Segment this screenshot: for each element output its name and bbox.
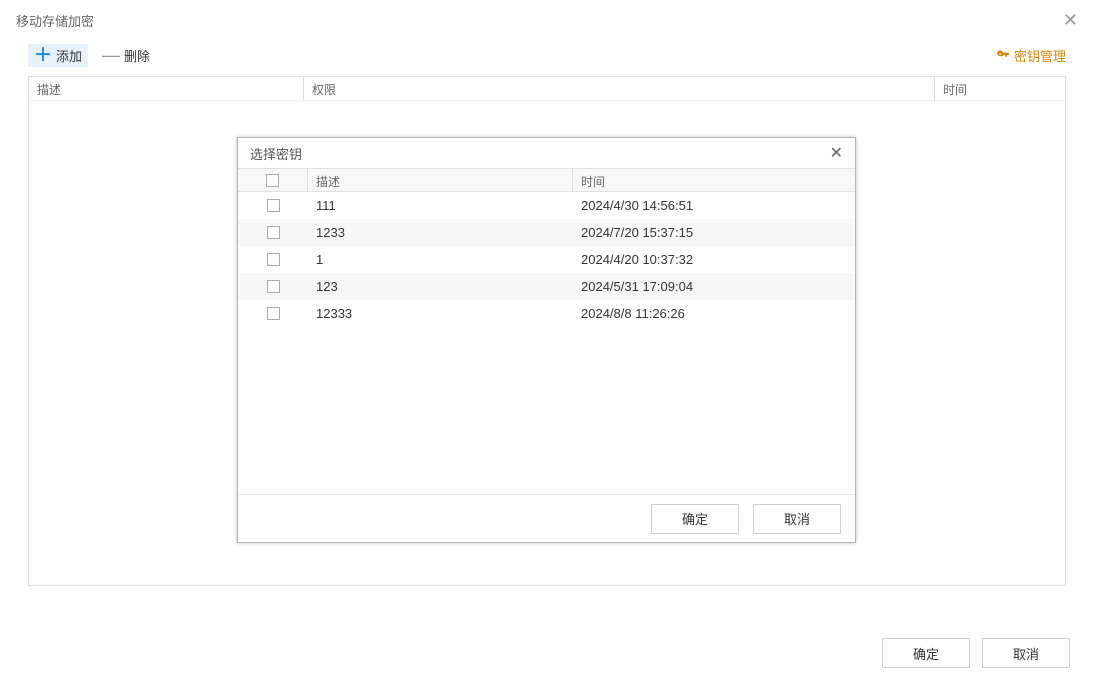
- row-checkbox-cell[interactable]: [238, 199, 308, 212]
- checkbox-icon[interactable]: [267, 307, 280, 320]
- table-row[interactable]: 1232024/5/31 17:09:04: [238, 273, 855, 300]
- inner-ok-button[interactable]: 确定: [651, 504, 739, 534]
- key-icon: [996, 48, 1010, 62]
- row-description: 1233: [308, 225, 573, 240]
- ok-button[interactable]: 确定: [882, 638, 970, 668]
- table-row[interactable]: 12332024/7/20 15:37:15: [238, 219, 855, 246]
- row-checkbox-cell[interactable]: [238, 253, 308, 266]
- delete-button-label: 删除: [124, 46, 150, 65]
- ok-button-label: 确定: [913, 644, 939, 663]
- row-description: 111: [308, 198, 573, 213]
- main-header-description[interactable]: 描述: [29, 77, 304, 101]
- inner-header-checkbox[interactable]: [238, 169, 308, 191]
- row-checkbox-cell[interactable]: [238, 307, 308, 320]
- toolbar-left: ＋ 添加 — 删除: [28, 44, 156, 67]
- add-button-label: 添加: [56, 46, 82, 65]
- titlebar: 移动存储加密 ✕: [0, 0, 1094, 40]
- row-description: 12333: [308, 306, 573, 321]
- row-time: 2024/4/30 14:56:51: [573, 198, 855, 213]
- checkbox-icon[interactable]: [267, 199, 280, 212]
- inner-cancel-button[interactable]: 取消: [753, 504, 841, 534]
- add-button[interactable]: ＋ 添加: [28, 44, 88, 67]
- row-time: 2024/5/31 17:09:04: [573, 279, 855, 294]
- inner-dialog-titlebar: 选择密钥 ✕: [238, 138, 855, 168]
- inner-cancel-label: 取消: [784, 509, 810, 528]
- table-row[interactable]: 12024/4/20 10:37:32: [238, 246, 855, 273]
- cancel-button[interactable]: 取消: [982, 638, 1070, 668]
- cancel-button-label: 取消: [1013, 644, 1039, 663]
- inner-dialog-title: 选择密钥: [250, 144, 302, 163]
- checkbox-icon[interactable]: [267, 280, 280, 293]
- inner-table-body: 1112024/4/30 14:56:5112332024/7/20 15:37…: [238, 192, 855, 494]
- delete-button[interactable]: — 删除: [96, 44, 156, 67]
- window-title: 移动存储加密: [16, 11, 94, 30]
- main-header-permission[interactable]: 权限: [304, 77, 935, 101]
- toolbar: ＋ 添加 — 删除 密钥管理: [0, 40, 1094, 70]
- checkbox-icon[interactable]: [267, 226, 280, 239]
- row-description: 1: [308, 252, 573, 267]
- footer: 确定 取消: [882, 638, 1070, 668]
- inner-header-time[interactable]: 时间: [573, 169, 855, 191]
- row-checkbox-cell[interactable]: [238, 226, 308, 239]
- close-icon[interactable]: ✕: [1063, 10, 1078, 31]
- row-time: 2024/8/8 11:26:26: [573, 306, 855, 321]
- inner-table-header: 描述 时间: [238, 168, 855, 192]
- inner-close-icon[interactable]: ✕: [830, 143, 843, 163]
- checkbox-icon[interactable]: [266, 174, 279, 187]
- table-row[interactable]: 123332024/8/8 11:26:26: [238, 300, 855, 327]
- key-management-button[interactable]: 密钥管理: [996, 46, 1066, 65]
- select-key-dialog: 选择密钥 ✕ 描述 时间 1112024/4/30 14:56:51123320…: [237, 137, 856, 543]
- inner-ok-label: 确定: [682, 509, 708, 528]
- row-time: 2024/7/20 15:37:15: [573, 225, 855, 240]
- key-management-label: 密钥管理: [1014, 46, 1066, 65]
- row-checkbox-cell[interactable]: [238, 280, 308, 293]
- inner-header-description[interactable]: 描述: [308, 169, 573, 191]
- table-row[interactable]: 1112024/4/30 14:56:51: [238, 192, 855, 219]
- main-window: 移动存储加密 ✕ ＋ 添加 — 删除 密钥管理 描述 权限 时间: [0, 0, 1094, 682]
- plus-icon: ＋: [34, 46, 52, 64]
- row-time: 2024/4/20 10:37:32: [573, 252, 855, 267]
- main-header-time[interactable]: 时间: [935, 77, 1065, 101]
- row-description: 123: [308, 279, 573, 294]
- main-table-header: 描述 权限 时间: [29, 77, 1065, 101]
- checkbox-icon[interactable]: [267, 253, 280, 266]
- inner-dialog-footer: 确定 取消: [238, 494, 855, 542]
- minus-icon: —: [102, 46, 120, 64]
